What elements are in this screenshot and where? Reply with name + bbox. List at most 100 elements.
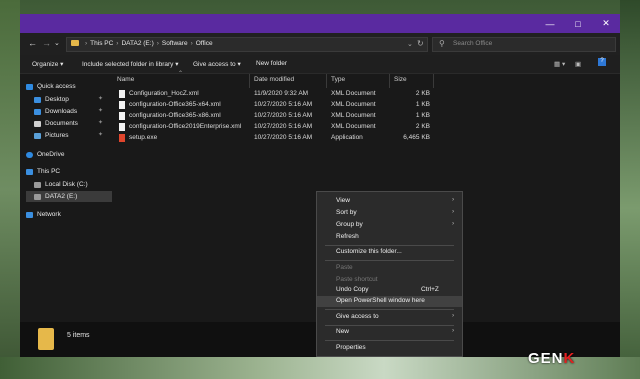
column-header-date[interactable]: Date modified	[254, 76, 294, 83]
minimize-button[interactable]: —	[536, 14, 564, 33]
file-name: configuration-Office2019Enterprise.xml	[129, 123, 242, 130]
submenu-arrow-icon: ›	[452, 327, 455, 334]
help-icon[interactable]: ?	[598, 58, 606, 66]
column-divider[interactable]	[433, 74, 434, 88]
file-row[interactable]: Configuration_HocZ.xml 11/9/2020 9:32 AM…	[115, 89, 435, 100]
menu-item-open-powershell[interactable]: Open PowerShell window here	[317, 296, 462, 307]
document-icon	[34, 120, 41, 127]
column-divider[interactable]	[389, 74, 390, 88]
submenu-arrow-icon: ›	[452, 312, 455, 319]
file-name: configuration-Office365-x64.xml	[129, 101, 221, 108]
file-name: configuration-Office365-x86.xml	[129, 112, 221, 119]
maximize-button[interactable]: □	[564, 14, 592, 33]
search-box[interactable]: ⚲ Search Office	[432, 37, 616, 52]
wallpaper-left	[0, 0, 20, 379]
file-name: Configuration_HocZ.xml	[129, 90, 199, 97]
menu-item-new[interactable]: New ›	[317, 327, 462, 338]
menu-item-view[interactable]: View ›	[317, 196, 462, 207]
menu-item-give-access[interactable]: Give access to ›	[317, 312, 462, 323]
sidebar-item-local-disk[interactable]: Local Disk (C:)	[34, 179, 88, 190]
menu-item-undo-copy[interactable]: Undo Copy Ctrl+Z	[317, 285, 462, 296]
include-in-library-button[interactable]: Include selected folder in library ▾	[82, 60, 179, 68]
organize-button[interactable]: Organize ▾	[32, 60, 63, 68]
breadcrumb-this-pc[interactable]: This PC	[90, 40, 113, 47]
drive-icon	[34, 193, 41, 200]
file-type: Application	[331, 134, 363, 141]
star-icon	[26, 83, 33, 90]
drive-icon	[34, 181, 41, 188]
column-header-size[interactable]: Size	[394, 76, 407, 83]
address-dropdown-icon[interactable]: ⌄	[407, 40, 413, 48]
file-type: XML Document	[331, 90, 376, 97]
address-row: ← → ⌄ › This PC › DATA2 (E:) › Software › Offic…	[20, 33, 620, 55]
sidebar-item-network[interactable]: Network	[26, 209, 61, 220]
column-divider[interactable]	[249, 74, 250, 88]
file-row[interactable]: configuration-Office365-x64.xml 10/27/20…	[115, 100, 435, 111]
computer-icon	[26, 168, 33, 175]
network-icon	[26, 211, 33, 218]
pictures-icon	[34, 132, 41, 139]
folder-icon	[38, 328, 54, 350]
file-date: 11/9/2020 9:32 AM	[254, 90, 309, 97]
menu-separator	[325, 309, 454, 310]
back-arrow-icon[interactable]: ←	[28, 38, 37, 48]
menu-item-group-by[interactable]: Group by ›	[317, 220, 462, 231]
wallpaper-right	[620, 0, 640, 379]
breadcrumb-data2[interactable]: DATA2 (E:)	[121, 40, 153, 47]
file-date: 10/27/2020 5:16 AM	[254, 112, 313, 119]
sidebar-item-quick-access[interactable]: Quick access	[26, 81, 76, 92]
menu-item-properties[interactable]: Properties	[317, 343, 462, 354]
menu-item-sort-by[interactable]: Sort by ›	[317, 208, 462, 219]
undo-shortcut: Ctrl+Z	[421, 286, 439, 293]
folder-icon	[71, 40, 79, 47]
submenu-arrow-icon: ›	[452, 220, 455, 227]
pin-icon: ✦	[98, 120, 104, 126]
column-divider[interactable]	[326, 74, 327, 88]
sidebar-item-data2[interactable]: DATA2 (E:)	[26, 191, 112, 202]
download-icon	[34, 108, 41, 115]
menu-item-refresh[interactable]: Refresh	[317, 232, 462, 243]
file-size: 2 KB	[415, 123, 430, 130]
command-bar: Organize ▾ Include selected folder in li…	[20, 55, 620, 74]
desktop-icon	[34, 96, 41, 103]
new-folder-button[interactable]: New folder	[256, 60, 287, 67]
view-options-icon[interactable]: ▦ ▾	[554, 60, 565, 68]
navigation-pane: Quick access Desktop ✦ Downloads ✦ Docum…	[20, 74, 112, 324]
sidebar-item-onedrive[interactable]: OneDrive	[26, 149, 64, 160]
column-header-name[interactable]: Name	[117, 76, 134, 83]
sidebar-item-pictures[interactable]: Pictures	[34, 130, 68, 141]
column-header-type[interactable]: Type	[331, 76, 345, 83]
pin-icon: ✦	[98, 132, 104, 138]
file-date: 10/27/2020 5:16 AM	[254, 101, 313, 108]
xml-file-icon	[119, 112, 125, 120]
give-access-button[interactable]: Give access to ▾	[193, 60, 241, 68]
sort-chevron-icon: ⌃	[178, 71, 184, 77]
close-button[interactable]: ✕	[592, 14, 620, 33]
menu-item-customize-folder[interactable]: Customize this folder...	[317, 247, 462, 258]
sidebar-item-downloads[interactable]: Downloads	[34, 106, 77, 117]
submenu-arrow-icon: ›	[452, 196, 455, 203]
file-type: XML Document	[331, 123, 376, 130]
title-bar[interactable]: — □ ✕	[20, 14, 620, 33]
forward-arrow-icon[interactable]: →	[42, 38, 51, 48]
sidebar-item-documents[interactable]: Documents	[34, 118, 78, 129]
office-app-icon	[119, 134, 125, 142]
address-bar[interactable]: › This PC › DATA2 (E:) › Software › Office ⌄ ↻	[66, 37, 428, 52]
file-date: 10/27/2020 5:16 AM	[254, 123, 313, 130]
breadcrumb-office[interactable]: Office	[196, 40, 213, 47]
preview-pane-icon[interactable]: ▣	[575, 60, 581, 68]
refresh-icon[interactable]: ↻	[417, 39, 424, 48]
file-row[interactable]: configuration-Office2019Enterprise.xml 1…	[115, 122, 435, 133]
xml-file-icon	[119, 101, 125, 109]
sidebar-item-this-pc[interactable]: This PC	[26, 166, 60, 177]
breadcrumb-software[interactable]: Software	[162, 40, 188, 47]
file-type: XML Document	[331, 101, 376, 108]
file-size: 2 KB	[415, 90, 430, 97]
file-row[interactable]: setup.exe 10/27/2020 5:16 AM Application…	[115, 133, 435, 144]
file-size: 6,465 KB	[403, 134, 430, 141]
file-row[interactable]: configuration-Office365-x86.xml 10/27/20…	[115, 111, 435, 122]
sidebar-item-desktop[interactable]: Desktop	[34, 94, 69, 105]
recent-chevron-icon[interactable]: ⌄	[54, 39, 60, 47]
submenu-arrow-icon: ›	[452, 208, 455, 215]
column-headers: Name ⌃ Date modified Type Size	[115, 71, 435, 88]
